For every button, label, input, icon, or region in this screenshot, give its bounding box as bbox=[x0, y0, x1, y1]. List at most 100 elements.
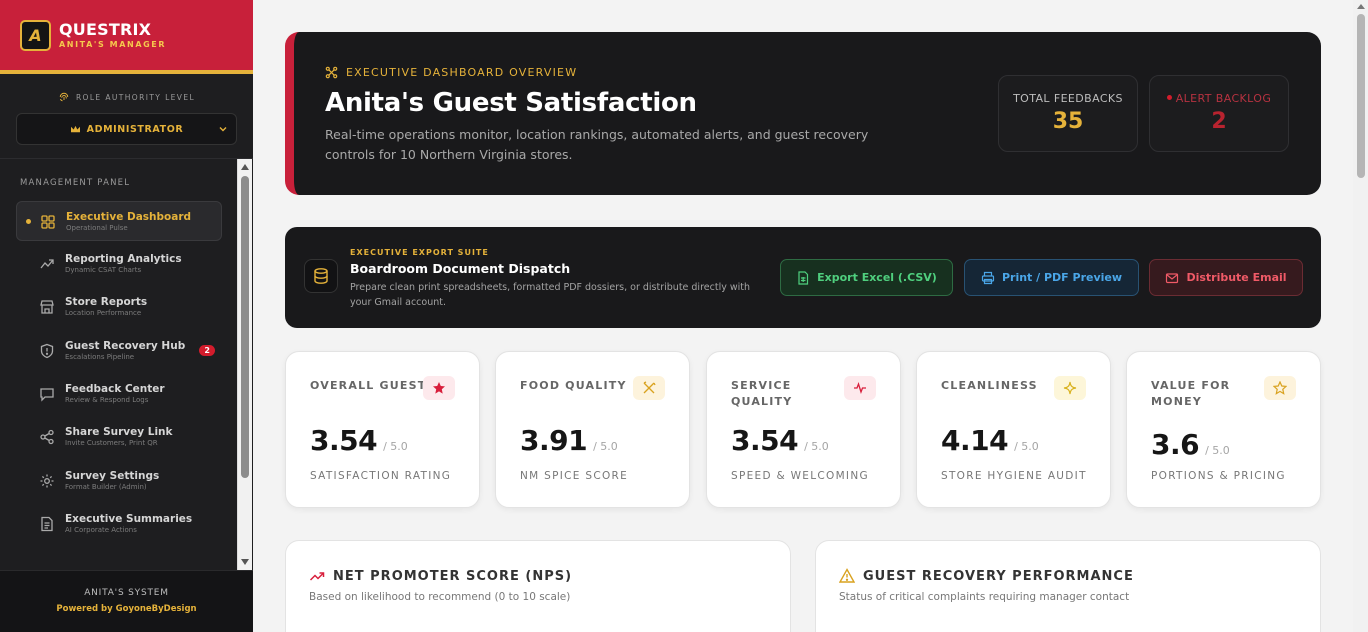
alert-backlog-value: 2 bbox=[1211, 109, 1227, 134]
scroll-down-arrow-icon[interactable] bbox=[241, 559, 249, 565]
metric-value: 3.54 bbox=[310, 424, 378, 457]
document-icon bbox=[41, 516, 53, 532]
metric-label: VALUE FOR MONEY bbox=[1151, 379, 1231, 408]
grid-icon bbox=[41, 215, 55, 229]
nav-item-executive-summaries[interactable]: Executive Summaries AI Corporate Actions bbox=[16, 504, 222, 544]
sidebar-footer: ANITA'S SYSTEM Powered by GoyoneByDesign bbox=[0, 570, 253, 632]
metric-card-food-quality: FOOD QUALITY 3.91 / 5.0 NM SPICE SCORE bbox=[495, 351, 690, 508]
total-feedbacks-label: TOTAL FEEDBACKS bbox=[1013, 92, 1123, 105]
nav-item-guest-recovery-hub[interactable]: Guest Recovery Hub Escalations Pipeline … bbox=[16, 331, 222, 371]
warning-icon bbox=[839, 568, 855, 583]
recovery-panel: GUEST RECOVERY PERFORMANCE Status of cri… bbox=[815, 540, 1321, 632]
metric-subtitle: STORE HYGIENE AUDIT bbox=[941, 470, 1087, 482]
metric-label: CLEANLINESS bbox=[941, 379, 1038, 392]
hero-description: Real-time operations monitor, location r… bbox=[325, 127, 869, 162]
total-feedbacks-card: TOTAL FEEDBACKS 35 bbox=[998, 75, 1138, 152]
export-title: Boardroom Document Dispatch bbox=[350, 261, 571, 276]
total-feedbacks-value: 35 bbox=[1052, 109, 1084, 134]
metric-value: 3.6 bbox=[1151, 428, 1200, 461]
nav-subtitle: Location Performance bbox=[65, 309, 142, 317]
trend-up-icon bbox=[309, 572, 325, 581]
scroll-up-arrow-icon[interactable] bbox=[241, 164, 249, 170]
sidebar-scrollbar[interactable] bbox=[237, 159, 252, 570]
nav-title: Guest Recovery Hub bbox=[65, 340, 186, 352]
metric-value: 3.54 bbox=[731, 424, 799, 457]
export-description: Prepare clean print spreadsheets, format… bbox=[350, 282, 751, 308]
nav-item-executive-dashboard[interactable]: Executive Dashboard Operational Pulse bbox=[16, 201, 222, 241]
metric-value: 3.91 bbox=[520, 424, 588, 457]
role-section: ROLE AUTHORITY LEVEL ADMINISTRATOR bbox=[0, 74, 253, 159]
command-icon bbox=[325, 66, 338, 79]
export-csv-button[interactable]: Export Excel (.CSV) bbox=[780, 259, 953, 296]
nav-subtitle: Format Builder (Admin) bbox=[65, 483, 147, 491]
sparkle-icon bbox=[1054, 376, 1086, 400]
nps-description: Based on likelihood to recommend (0 to 1… bbox=[309, 591, 571, 603]
metric-subtitle: SATISFACTION RATING bbox=[310, 470, 452, 482]
export-eyebrow: EXECUTIVE EXPORT SUITE bbox=[350, 248, 489, 257]
nav-title: Feedback Center bbox=[65, 383, 165, 395]
page-scroll-up-icon[interactable] bbox=[1357, 4, 1365, 9]
alert-backlog-label: ALERT BACKLOG bbox=[1150, 92, 1288, 105]
system-name: ANITA'S SYSTEM bbox=[84, 588, 169, 598]
nav-title: Executive Dashboard bbox=[66, 211, 192, 223]
pulse-icon bbox=[844, 376, 876, 400]
nav-item-survey-settings[interactable]: Survey Settings Format Builder (Admin) bbox=[16, 461, 222, 501]
brand-header: A QUESTRIX ANITA'S MANAGER bbox=[0, 0, 253, 74]
nav-item-reporting-analytics[interactable]: Reporting Analytics Dynamic CSAT Charts bbox=[16, 244, 222, 284]
brand-subtitle: ANITA'S MANAGER bbox=[59, 40, 167, 49]
metric-max: / 5.0 bbox=[383, 440, 408, 453]
chat-icon bbox=[40, 388, 54, 402]
shield-icon bbox=[40, 343, 54, 359]
scroll-thumb[interactable] bbox=[241, 176, 249, 478]
active-dot bbox=[26, 219, 31, 224]
nav-subtitle: AI Corporate Actions bbox=[65, 526, 137, 534]
metric-max: / 5.0 bbox=[593, 440, 618, 453]
metric-subtitle: SPEED & WELCOMING bbox=[731, 470, 869, 482]
share-icon bbox=[40, 429, 54, 445]
export-suite: EXECUTIVE EXPORT SUITE Boardroom Documen… bbox=[285, 227, 1321, 328]
metric-card-cleanliness: CLEANLINESS 4.14 / 5.0 STORE HYGIENE AUD… bbox=[916, 351, 1111, 508]
main-content: EXECUTIVE DASHBOARD OVERVIEW Anita's Gue… bbox=[253, 0, 1353, 632]
nps-title: NET PROMOTER SCORE (NPS) bbox=[309, 568, 572, 584]
store-icon bbox=[40, 300, 54, 314]
printer-icon bbox=[981, 271, 995, 284]
page-scroll-thumb[interactable] bbox=[1357, 14, 1365, 178]
database-icon bbox=[304, 259, 338, 293]
distribute-email-button[interactable]: Distribute Email bbox=[1149, 259, 1303, 296]
nav-title: Survey Settings bbox=[65, 470, 160, 482]
star-icon bbox=[423, 376, 455, 400]
chevron-down-icon bbox=[219, 127, 227, 132]
trend-icon bbox=[40, 259, 54, 269]
metric-subtitle: NM SPICE SCORE bbox=[520, 470, 629, 482]
role-select[interactable]: ADMINISTRATOR bbox=[16, 113, 237, 145]
recovery-description: Status of critical complaints requiring … bbox=[839, 591, 1130, 603]
metric-label: OVERALL GUEST bbox=[310, 379, 427, 392]
sidebar: A QUESTRIX ANITA'S MANAGER ROLE AUTHORIT… bbox=[0, 0, 253, 632]
powered-by: Powered by GoyoneByDesign bbox=[56, 604, 197, 614]
print-pdf-button[interactable]: Print / PDF Preview bbox=[964, 259, 1139, 296]
brand-logo: A bbox=[20, 19, 51, 51]
gear-icon bbox=[40, 474, 54, 488]
metric-label: SERVICE QUALITY bbox=[731, 379, 793, 408]
nav-title: Executive Summaries bbox=[65, 513, 193, 525]
fingerprint-icon bbox=[59, 92, 69, 102]
metric-card-value-for-money: VALUE FOR MONEY 3.6 / 5.0 PORTIONS & PRI… bbox=[1126, 351, 1321, 508]
nav-subtitle: Operational Pulse bbox=[66, 224, 128, 232]
crown-icon bbox=[70, 125, 80, 132]
metric-max: / 5.0 bbox=[1014, 440, 1039, 453]
alert-dot-icon bbox=[1166, 94, 1172, 100]
nav-title: Share Survey Link bbox=[65, 426, 173, 438]
hero-eyebrow: EXECUTIVE DASHBOARD OVERVIEW bbox=[325, 66, 577, 79]
spreadsheet-icon bbox=[798, 270, 809, 285]
metric-card-service-quality: SERVICE QUALITY 3.54 / 5.0 SPEED & WELCO… bbox=[706, 351, 901, 508]
nav-item-feedback-center[interactable]: Feedback Center Review & Respond Logs bbox=[16, 374, 222, 414]
nav-item-store-reports[interactable]: Store Reports Location Performance bbox=[16, 287, 222, 327]
nav-subtitle: Review & Respond Logs bbox=[65, 396, 149, 404]
nav-subtitle: Escalations Pipeline bbox=[65, 353, 135, 361]
page-scrollbar[interactable] bbox=[1353, 0, 1368, 632]
metric-subtitle: PORTIONS & PRICING bbox=[1151, 470, 1286, 482]
escalation-count-badge: 2 bbox=[199, 345, 215, 356]
metric-value: 4.14 bbox=[941, 424, 1009, 457]
nav-item-share-survey-link[interactable]: Share Survey Link Invite Customers, Prin… bbox=[16, 417, 222, 457]
metric-max: / 5.0 bbox=[1205, 444, 1230, 457]
